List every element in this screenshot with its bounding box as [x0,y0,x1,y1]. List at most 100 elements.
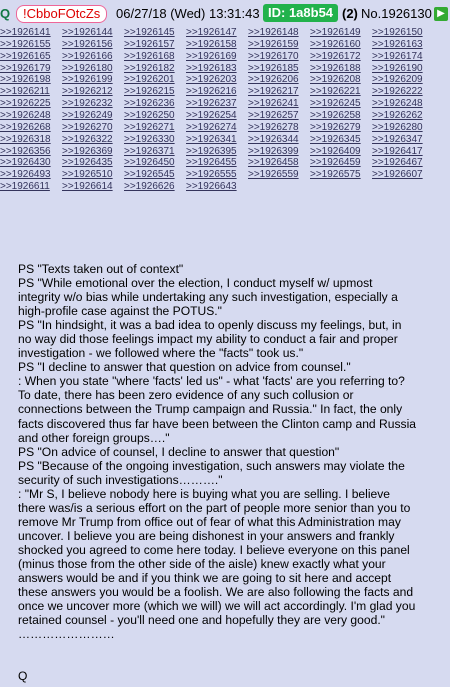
backlink[interactable]: >>1926467 [372,157,434,169]
post-menu-arrow-icon[interactable]: ▶ [434,7,448,21]
backlink[interactable]: >>1926559 [248,169,310,181]
backlink[interactable]: >>1926330 [124,134,186,146]
backlink[interactable]: >>1926174 [372,51,434,63]
poster-id-badge[interactable]: ID: 1a8b54 [263,4,339,22]
backlink[interactable]: >>1926248 [0,110,62,122]
backlink[interactable]: >>1926141 [0,27,62,39]
backlink[interactable]: >>1926369 [62,146,124,158]
backlink[interactable]: >>1926245 [310,98,372,110]
backlink[interactable]: >>1926430 [0,157,62,169]
backlink[interactable]: >>1926163 [372,39,434,51]
backlink[interactable]: >>1926262 [372,110,434,122]
backlink[interactable]: >>1926643 [186,181,248,193]
backlink[interactable]: >>1926493 [0,169,62,181]
backlink[interactable]: >>1926279 [310,122,372,134]
backlink[interactable]: >>1926344 [248,134,310,146]
backlink[interactable]: >>1926555 [186,169,248,181]
backlink[interactable]: >>1926203 [186,74,248,86]
backlink[interactable]: >>1926155 [0,39,62,51]
backlink[interactable]: >>1926170 [248,51,310,63]
backlink[interactable]: >>1926221 [310,86,372,98]
backlink[interactable]: >>1926271 [124,122,186,134]
backlink[interactable]: >>1926395 [186,146,248,158]
backlink[interactable]: >>1926182 [124,63,186,75]
backlink[interactable]: >>1926345 [310,134,372,146]
backlink[interactable]: >>1926149 [310,27,372,39]
backlink[interactable]: >>1926180 [62,63,124,75]
backlink[interactable]: >>1926356 [0,146,62,158]
backlink[interactable]: >>1926371 [124,146,186,158]
backlink[interactable]: >>1926575 [310,169,372,181]
backlink[interactable]: >>1926168 [124,51,186,63]
backlink[interactable]: >>1926145 [124,27,186,39]
backlink[interactable]: >>1926409 [310,146,372,158]
backlink[interactable]: >>1926172 [310,51,372,63]
backlink[interactable]: >>1926318 [0,134,62,146]
backlink[interactable]: >>1926147 [186,27,248,39]
backlink[interactable]: >>1926450 [124,157,186,169]
backlink[interactable]: >>1926179 [0,63,62,75]
backlink[interactable]: >>1926611 [0,181,62,193]
backlink[interactable]: >>1926435 [62,157,124,169]
backlink[interactable]: >>1926347 [372,134,434,146]
backlink[interactable]: >>1926270 [62,122,124,134]
backlink[interactable]: >>1926458 [248,157,310,169]
backlink[interactable]: >>1926206 [248,74,310,86]
backlink[interactable]: >>1926160 [310,39,372,51]
backlink[interactable]: >>1926626 [124,181,186,193]
backlink[interactable]: >>1926237 [186,98,248,110]
backlink[interactable]: >>1926190 [372,63,434,75]
backlink[interactable]: >>1926614 [62,181,124,193]
backlink[interactable]: >>1926222 [372,86,434,98]
backlink[interactable]: >>1926215 [124,86,186,98]
backlink[interactable]: >>1926208 [310,74,372,86]
backlink[interactable]: >>1926236 [124,98,186,110]
backlink[interactable]: >>1926399 [248,146,310,158]
backlink[interactable]: >>1926545 [124,169,186,181]
backlink[interactable]: >>1926225 [0,98,62,110]
backlink[interactable]: >>1926211 [0,86,62,98]
backlink[interactable]: >>1926216 [186,86,248,98]
backlink[interactable]: >>1926217 [248,86,310,98]
backlink[interactable]: >>1926341 [186,134,248,146]
backlink[interactable]: >>1926209 [372,74,434,86]
backlink[interactable]: >>1926150 [372,27,434,39]
message-line: retained counsel - you'll need one and h… [18,613,385,628]
backlink[interactable]: >>1926183 [186,63,248,75]
backlink[interactable]: >>1926201 [124,74,186,86]
backlink[interactable]: >>1926607 [372,169,434,181]
backlink[interactable]: >>1926459 [310,157,372,169]
backlink[interactable]: >>1926165 [0,51,62,63]
backlink[interactable]: >>1926158 [186,39,248,51]
backlink[interactable]: >>1926257 [248,110,310,122]
backlink[interactable]: >>1926241 [248,98,310,110]
post-number-link[interactable]: No.1926130 [361,3,432,25]
backlink[interactable]: >>1926185 [248,63,310,75]
backlink[interactable]: >>1926250 [124,110,186,122]
backlink[interactable]: >>1926144 [62,27,124,39]
backlink[interactable]: >>1926455 [186,157,248,169]
backlink[interactable]: >>1926278 [248,122,310,134]
backlink[interactable]: >>1926198 [0,74,62,86]
backlink[interactable]: >>1926157 [124,39,186,51]
backlink[interactable]: >>1926249 [62,110,124,122]
backlink[interactable]: >>1926188 [310,63,372,75]
backlink[interactable]: >>1926322 [62,134,124,146]
backlink[interactable]: >>1926280 [372,122,434,134]
backlink[interactable]: >>1926258 [310,110,372,122]
backlink[interactable]: >>1926268 [0,122,62,134]
backlink[interactable]: >>1926417 [372,146,434,158]
message-line: integrity w/o bias while undertaking any… [18,290,398,305]
backlink[interactable]: >>1926274 [186,122,248,134]
backlink[interactable]: >>1926148 [248,27,310,39]
backlink[interactable]: >>1926166 [62,51,124,63]
backlink[interactable]: >>1926159 [248,39,310,51]
backlink[interactable]: >>1926212 [62,86,124,98]
backlink[interactable]: >>1926169 [186,51,248,63]
backlink[interactable]: >>1926232 [62,98,124,110]
backlink[interactable]: >>1926156 [62,39,124,51]
backlink[interactable]: >>1926510 [62,169,124,181]
backlink[interactable]: >>1926199 [62,74,124,86]
backlink[interactable]: >>1926248 [372,98,434,110]
backlink[interactable]: >>1926254 [186,110,248,122]
